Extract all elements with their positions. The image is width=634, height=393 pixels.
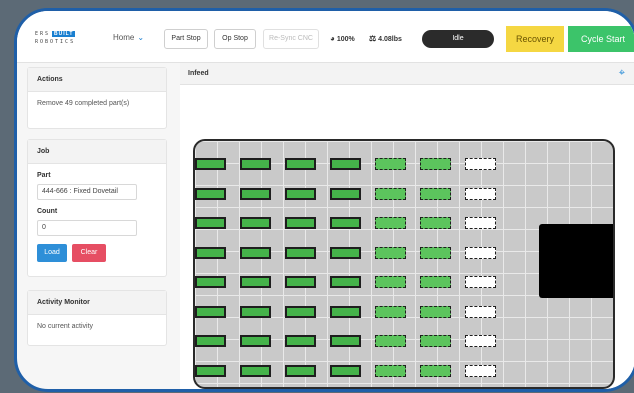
- infeed-slot: [330, 217, 361, 229]
- infeed-slot: [375, 364, 406, 377]
- home-dropdown[interactable]: Home ⌄: [113, 33, 144, 42]
- chevron-down-icon: ⌄: [137, 33, 145, 42]
- infeed-slot: [330, 246, 361, 259]
- brand-text: ERS: [35, 31, 51, 37]
- infeed-slot: [330, 276, 361, 288]
- infeed-slot: [375, 158, 406, 170]
- infeed-slot: [195, 276, 226, 288]
- job-card: Job Part 444-666 : Fixed Dovetail Count …: [27, 139, 167, 277]
- infeed-slot: [285, 276, 316, 288]
- infeed-slot: [240, 246, 271, 259]
- infeed-slot: [375, 217, 406, 229]
- infeed-slot: [330, 364, 361, 377]
- infeed-title: Infeed: [180, 63, 634, 85]
- infeed-slot: [195, 217, 226, 229]
- infeed-slot: [285, 305, 316, 318]
- home-label: Home: [113, 33, 135, 42]
- infeed-slot: [330, 158, 361, 170]
- infeed-slot: [330, 305, 361, 318]
- infeed-slot: [420, 217, 451, 229]
- activity-title: Activity Monitor: [28, 291, 166, 315]
- infeed-slot: [420, 187, 451, 200]
- actions-title: Actions: [28, 68, 166, 92]
- actions-card: Actions Remove 49 completed part(s): [27, 67, 167, 129]
- infeed-slot: [240, 276, 271, 288]
- infeed-slot: [465, 335, 496, 347]
- infeed-slot: [285, 158, 316, 170]
- infeed-slot: [420, 158, 451, 170]
- resync-cnc-button[interactable]: Re-Sync CNC: [263, 29, 319, 49]
- infeed-slot: [420, 335, 451, 347]
- scale-icon: ⚖: [369, 34, 377, 43]
- load-button[interactable]: Load: [37, 244, 67, 262]
- infeed-slot: [330, 335, 361, 347]
- infeed-slot: [240, 187, 271, 200]
- activity-message: No current activity: [37, 323, 94, 330]
- infeed-slot: [375, 305, 406, 318]
- brand-logo: ERS BUILT ROBOTICS: [35, 31, 115, 45]
- sidebar: Actions Remove 49 completed part(s) Job …: [17, 63, 171, 389]
- expand-icon[interactable]: ⌖: [619, 67, 625, 80]
- infeed-panel: Infeed ⌖: [180, 63, 634, 389]
- infeed-slot: [420, 305, 451, 318]
- infeed-slot: [285, 187, 316, 200]
- infeed-slot: [195, 305, 226, 318]
- count-label: Count: [37, 208, 58, 215]
- weight-value: 4.08lbs: [378, 36, 402, 43]
- op-stop-button[interactable]: Op Stop: [214, 29, 256, 49]
- infeed-slot: [465, 276, 496, 288]
- infeed-slot: [465, 187, 496, 200]
- infeed-slot: [240, 217, 271, 229]
- infeed-slot: [240, 364, 271, 377]
- actions-message: Remove 49 completed part(s): [37, 100, 130, 107]
- infeed-slot: [195, 187, 226, 200]
- speed-value: 100%: [336, 36, 355, 43]
- part-select[interactable]: 444-666 : Fixed Dovetail: [37, 184, 137, 200]
- app-frame: ERS BUILT ROBOTICS Home ⌄ Part Stop Op St…: [14, 8, 634, 392]
- infeed-slot: [285, 364, 316, 377]
- top-bar: ERS BUILT ROBOTICS Home ⌄ Part Stop Op St…: [17, 11, 634, 63]
- brand-text-sub: ROBOTICS: [35, 39, 76, 45]
- cycle-start-button[interactable]: Cycle Start: [568, 26, 634, 52]
- infeed-slot: [375, 276, 406, 288]
- infeed-slot: [285, 335, 316, 347]
- infeed-slot: [330, 187, 361, 200]
- status-badge: Idle: [422, 30, 494, 48]
- infeed-slot: [240, 158, 271, 170]
- infeed-slot: [375, 187, 406, 200]
- part-stop-button[interactable]: Part Stop: [164, 29, 208, 49]
- speed-readout: ◕ 100%: [330, 34, 355, 43]
- infeed-slot: [420, 276, 451, 288]
- infeed-grid: [193, 139, 615, 389]
- infeed-slot: [465, 158, 496, 170]
- infeed-slot: [465, 364, 496, 377]
- infeed-slot: [285, 217, 316, 229]
- infeed-slot: [195, 158, 226, 170]
- job-title: Job: [28, 140, 166, 164]
- infeed-slot: [195, 246, 226, 259]
- weight-readout: ⚖ 4.08lbs: [369, 34, 402, 43]
- brand-text-box: BUILT: [52, 31, 76, 37]
- part-label: Part: [37, 172, 51, 179]
- infeed-slot: [240, 335, 271, 347]
- infeed-slot: [195, 364, 226, 377]
- infeed-slot: [240, 305, 271, 318]
- gauge-icon: ◕: [330, 34, 335, 43]
- activity-card: Activity Monitor No current activity: [27, 290, 167, 346]
- clear-button[interactable]: Clear: [72, 244, 106, 262]
- infeed-slot: [375, 246, 406, 259]
- infeed-slot: [465, 217, 496, 229]
- recovery-button[interactable]: Recovery: [506, 26, 564, 52]
- count-input[interactable]: 0: [37, 220, 137, 236]
- infeed-slot: [420, 246, 451, 259]
- infeed-slot: [465, 305, 496, 318]
- infeed-slot: [465, 246, 496, 259]
- infeed-slot: [285, 246, 316, 259]
- infeed-slot: [195, 335, 226, 347]
- fixture-block: [539, 224, 613, 298]
- infeed-slot: [420, 364, 451, 377]
- infeed-slot: [375, 335, 406, 347]
